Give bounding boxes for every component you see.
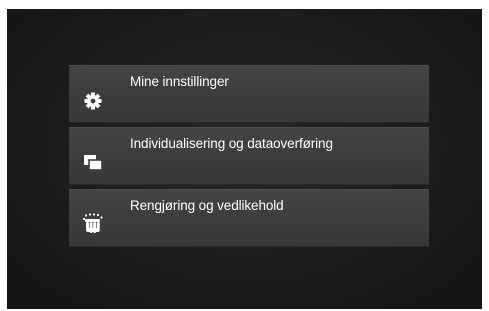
settings-menu: Mine innstillinger Individualisering og … [69,65,429,251]
gear-icon [81,88,105,112]
menu-item-label: Individualisering og dataoverføring [130,136,333,151]
menu-item-label: Rengjøring og vedlikehold [130,198,284,213]
display-screen: Mine innstillinger Individualisering og … [7,9,482,309]
menu-item-individualization[interactable]: Individualisering og dataoverføring [69,127,429,185]
menu-item-my-settings[interactable]: Mine innstillinger [69,65,429,123]
menu-item-cleaning[interactable]: Rengjøring og vedlikehold [69,189,429,247]
cleaning-hand-icon [81,212,105,236]
menu-item-label: Mine innstillinger [130,74,229,89]
data-transfer-icon [81,150,105,174]
